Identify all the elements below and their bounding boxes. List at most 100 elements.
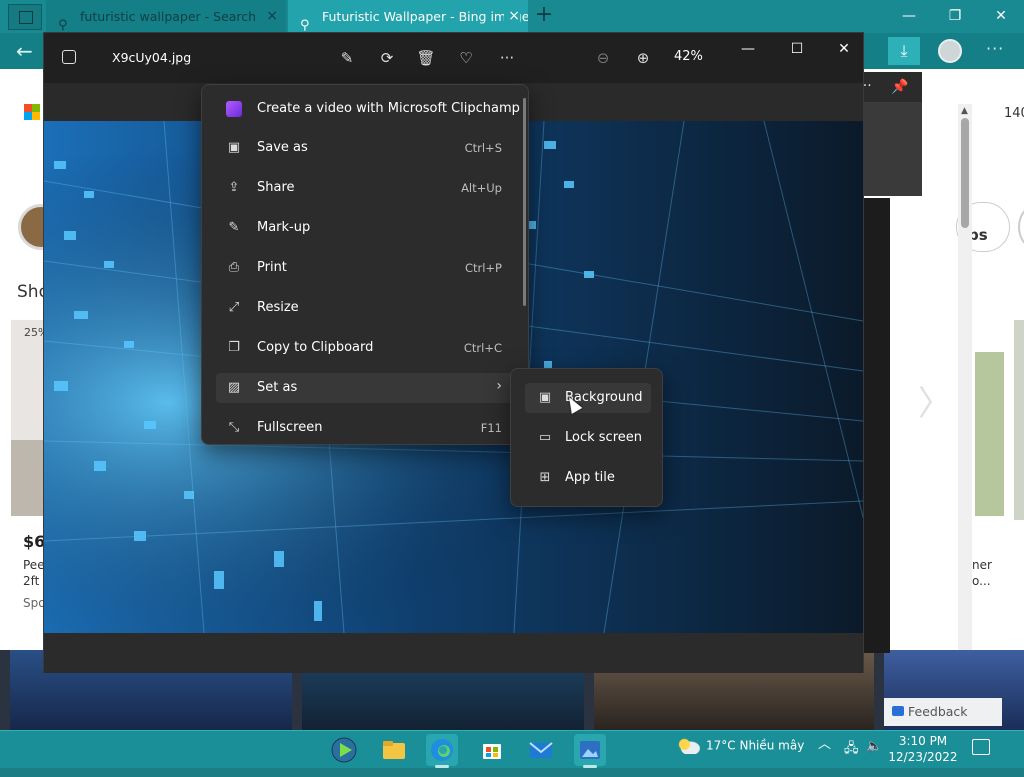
photos-title-bar: X9cUy04.jpg ✎ ⟳ 🗑 ♡ ··· ⊖ ⊕ 42% — ☐ ✕: [44, 33, 863, 83]
submenu-item-label: App tile: [565, 470, 615, 485]
menu-item-label: Mark-up: [257, 220, 311, 235]
weather-text: 17°C Nhiều mây: [706, 738, 805, 753]
lock-screen-icon: ▭: [538, 430, 552, 445]
submenu-item-background[interactable]: ▣ Background: [525, 383, 651, 413]
delete-icon[interactable]: 🗑: [415, 47, 437, 69]
menu-item-share[interactable]: ⇪ Share Alt+Up: [216, 173, 516, 203]
scroll-up-icon[interactable]: ▲: [961, 106, 968, 116]
zoom-out-icon[interactable]: ⊖: [592, 47, 614, 69]
maximize-button[interactable]: ☐: [781, 41, 813, 61]
favorite-heart-icon[interactable]: ♡: [455, 47, 477, 69]
profile-avatar[interactable]: [938, 39, 962, 63]
download-icon[interactable]: ⤓: [888, 37, 920, 65]
menu-item-label: Resize: [257, 300, 299, 315]
menu-item-save-as[interactable]: ▣ Save as Ctrl+S: [216, 133, 516, 163]
product-title: 2ft: [23, 574, 40, 588]
new-tab-button[interactable]: +: [532, 4, 556, 28]
search-icon: ⚲: [300, 18, 310, 33]
pin-icon[interactable]: 📌: [878, 72, 922, 102]
menu-item-mark-up[interactable]: ✎ Mark-up: [216, 213, 516, 243]
zoom-in-icon[interactable]: ⊕: [632, 47, 654, 69]
menu-item-label: Share: [257, 180, 295, 195]
menu-item-label: Print: [257, 260, 287, 275]
menu-item-label: Create a video with Microsoft Clipchamp: [257, 101, 520, 116]
close-button[interactable]: ✕: [828, 41, 860, 61]
product-price: $6: [23, 532, 46, 551]
back-arrow-icon[interactable]: ←: [16, 39, 33, 63]
minimize-button[interactable]: —: [886, 0, 932, 33]
menu-item-print[interactable]: ⎙ Print Ctrl+P: [216, 253, 516, 283]
chevron-up-icon[interactable]: ︿: [818, 733, 831, 752]
product-title: ner: [972, 558, 992, 572]
share-icon: ⇪: [228, 180, 240, 195]
zoom-level[interactable]: 42%: [674, 49, 703, 64]
clock-date: 12/23/2022: [888, 750, 958, 764]
close-button[interactable]: ✕: [978, 0, 1024, 33]
feedback-label: Feedback: [908, 704, 968, 719]
shopping-card-image[interactable]: [975, 352, 1004, 516]
volume-icon[interactable]: 🔈: [866, 739, 882, 754]
menu-item-set-as[interactable]: ▨ Set as ›: [216, 373, 516, 403]
menu-scrollbar[interactable]: [523, 98, 526, 306]
minimize-button[interactable]: —: [732, 41, 764, 61]
network-icon[interactable]: 🖧: [844, 739, 859, 761]
microsoft-store-icon[interactable]: [476, 734, 508, 766]
tab-actions-button[interactable]: [8, 4, 42, 30]
windows-taskbar: 17°C Nhiều mây ︿ 🖧 🔈 3:10 PM 12/23/2022: [0, 730, 1024, 768]
submenu-item-lock-screen[interactable]: ▭ Lock screen: [525, 423, 651, 453]
notification-icon[interactable]: [972, 739, 990, 755]
browser-tab-search[interactable]: ⚲ futuristic wallpaper - Search ×: [46, 0, 286, 33]
see-more-icon[interactable]: ···: [496, 47, 518, 69]
rotate-icon[interactable]: ⟳: [376, 47, 398, 69]
product-title: Pee: [23, 558, 45, 572]
submenu-item-label: Lock screen: [565, 430, 642, 445]
copy-icon: ❐: [228, 340, 240, 355]
search-icon: ⚲: [58, 18, 68, 33]
menu-item-label: Save as: [257, 140, 308, 155]
shopping-card-image: [11, 440, 45, 516]
result-count: 140: [1004, 106, 1024, 121]
menu-item-copy-to-clipboard[interactable]: ❐ Copy to Clipboard Ctrl+C: [216, 333, 516, 363]
photos-app-icon: [62, 50, 76, 64]
menu-item-resize[interactable]: ⤢ Resize: [216, 293, 516, 323]
next-image-arrow-icon[interactable]: 〉: [918, 376, 952, 425]
image-context-menu: Create a video with Microsoft Clipchamp …: [201, 84, 529, 445]
menu-item-clipchamp[interactable]: Create a video with Microsoft Clipchamp: [216, 94, 520, 124]
feedback-icon: [892, 706, 904, 716]
media-player-icon[interactable]: [328, 734, 360, 766]
feedback-button[interactable]: Feedback: [884, 698, 1002, 726]
product-title: o...: [972, 574, 991, 588]
edge-browser-icon[interactable]: [426, 734, 458, 766]
browser-tab-bing-images[interactable]: ⚲ Futuristic Wallpaper - Bing images ×: [288, 0, 528, 33]
menu-item-label: Set as: [257, 380, 298, 395]
menu-item-fullscreen[interactable]: ⤡ Fullscreen F11: [216, 413, 516, 443]
menu-item-label: Fullscreen: [257, 420, 323, 435]
file-explorer-icon[interactable]: [378, 734, 410, 766]
tab-actions-icon: [19, 11, 33, 24]
menu-item-shortcut: Ctrl+S: [464, 141, 502, 155]
mail-icon[interactable]: [525, 734, 557, 766]
microsoft-logo[interactable]: [24, 104, 40, 120]
tab-label: Futuristic Wallpaper - Bing images: [322, 9, 528, 24]
more-options-icon[interactable]: ···: [986, 39, 1004, 58]
chevron-right-icon: ›: [496, 378, 502, 394]
submenu-item-app-tile[interactable]: ⊞ App tile: [525, 463, 651, 493]
weather-widget[interactable]: 17°C Nhiều mây: [676, 738, 804, 754]
close-tab-icon[interactable]: ×: [266, 0, 278, 33]
pen-icon: ✎: [228, 220, 240, 235]
background-icon: ▣: [538, 390, 552, 405]
tab-label: futuristic wallpaper - Search: [80, 9, 257, 24]
clock[interactable]: 3:10 PM 12/23/2022: [888, 733, 958, 765]
maximize-button[interactable]: ❐: [932, 0, 978, 33]
app-tile-icon: ⊞: [539, 470, 551, 485]
photos-app-icon[interactable]: [574, 734, 606, 766]
close-tab-icon[interactable]: ×: [504, 0, 520, 33]
detail-panel: [862, 102, 922, 196]
resize-icon: ⤢: [228, 300, 240, 315]
set-as-submenu: ▣ Background ▭ Lock screen ⊞ App tile: [510, 368, 663, 507]
shopping-card[interactable]: [1014, 320, 1024, 520]
edit-image-icon[interactable]: ✎: [336, 47, 358, 69]
partly-cloudy-icon: [676, 738, 700, 754]
page-scrollbar-thumb[interactable]: [961, 118, 969, 228]
menu-item-shortcut: Ctrl+P: [464, 261, 502, 275]
